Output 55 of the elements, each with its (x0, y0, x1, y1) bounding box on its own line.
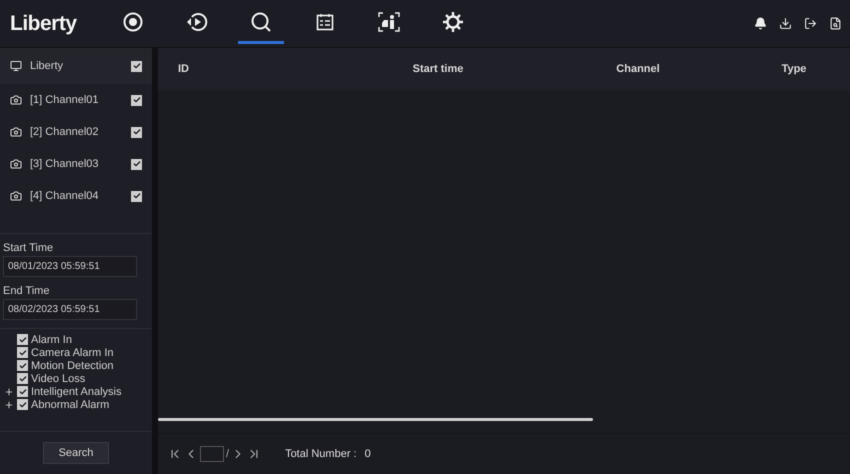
total-count: 0 (364, 448, 371, 460)
expand-icon[interactable] (4, 400, 14, 410)
download-icon[interactable] (779, 17, 792, 30)
checkbox[interactable] (17, 373, 28, 384)
column-header: Start time (412, 63, 464, 75)
gear-icon (443, 12, 463, 32)
checkbox[interactable] (131, 126, 142, 138)
logout-icon[interactable] (804, 17, 817, 30)
checkbox[interactable] (131, 94, 142, 106)
camera-icon (10, 190, 22, 202)
event-type-label: Intelligent Analysis (31, 386, 122, 398)
start-time-field[interactable]: 08/01/2023 05:59:51 (3, 256, 137, 277)
event-type-label: Camera Alarm In (31, 346, 114, 358)
channel-name[interactable]: [3] Channel03 (30, 158, 123, 170)
column-header: Channel (615, 63, 661, 75)
channel-name[interactable]: [4] Channel04 (30, 190, 123, 202)
field-label: End Time (3, 284, 50, 299)
search-icon (250, 11, 272, 33)
target-icon (123, 12, 143, 32)
checkbox[interactable] (17, 334, 28, 345)
end-time-field[interactable]: 08/02/2023 05:59:51 (3, 299, 137, 320)
person-scan-icon (378, 12, 400, 32)
expand-icon[interactable] (4, 386, 14, 396)
camera-icon (10, 158, 22, 170)
device-name: Liberty (30, 60, 64, 72)
channel-name[interactable]: [2] Channel02 (30, 126, 123, 138)
page-separator: / (226, 448, 230, 460)
page-field[interactable] (200, 446, 224, 462)
checkbox[interactable] (131, 60, 142, 72)
channel-name[interactable]: [1] Channel01 (30, 94, 123, 106)
scrollbar[interactable] (158, 418, 593, 421)
device-row[interactable]: Liberty (0, 48, 152, 84)
document-icon[interactable] (829, 17, 842, 30)
search-button[interactable]: Search (43, 442, 109, 464)
column-header: Type (780, 63, 808, 75)
checkbox[interactable] (131, 158, 142, 170)
event-type-label: Alarm In (31, 334, 72, 346)
checkbox[interactable] (131, 190, 142, 202)
field-label: Start Time (3, 241, 54, 256)
bell-icon[interactable] (754, 17, 767, 30)
checkbox[interactable] (17, 347, 28, 358)
checkbox[interactable] (17, 386, 28, 397)
camera-icon (10, 126, 22, 138)
calendar-icon (316, 13, 334, 31)
logo: Liberty (10, 12, 78, 36)
camera-icon (10, 94, 22, 106)
checkbox[interactable] (17, 399, 28, 410)
event-type-label: Abnormal Alarm (31, 398, 110, 410)
column-header: ID (178, 63, 190, 75)
replay-icon (186, 12, 208, 32)
monitor-icon (10, 60, 22, 72)
event-type-label: Video Loss (31, 372, 86, 384)
total-label: Total Number : (285, 448, 357, 460)
checkbox[interactable] (17, 360, 28, 371)
event-type-label: Motion Detection (31, 360, 114, 372)
